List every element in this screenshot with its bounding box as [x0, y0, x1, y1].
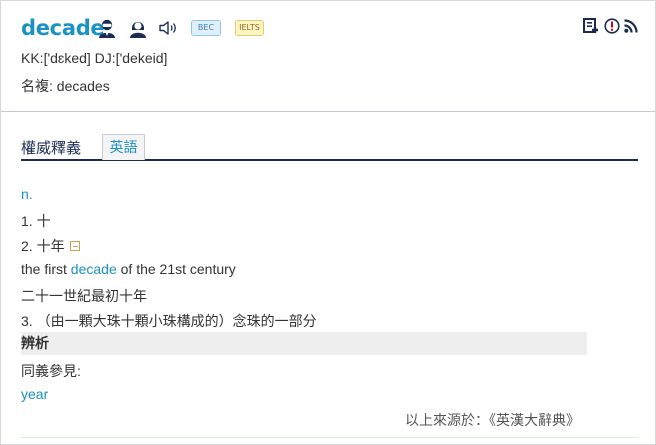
- synonym-link[interactable]: year: [21, 386, 48, 402]
- sense-2: 2. 十年: [21, 238, 65, 254]
- synonym-label: 同義參見:: [21, 363, 81, 379]
- dictionary-panel: decade BEC IELTS KK:['dɛked] DJ:['dekeid…: [0, 0, 656, 445]
- report-error-icon[interactable]: [604, 18, 620, 34]
- example-sentence: the first decade of the 21st century: [21, 261, 236, 277]
- entry-header: decade BEC IELTS KK:['dɛked] DJ:['dekeid…: [1, 1, 655, 112]
- divider: [21, 437, 638, 438]
- tab-english[interactable]: 英語: [102, 134, 145, 160]
- pronunciation: KK:['dɛked] DJ:['dekeid]: [21, 50, 168, 66]
- sense-1: 1. 十: [21, 213, 51, 229]
- example-keyword: decade: [70, 261, 117, 277]
- wordbook-icon[interactable]: [583, 18, 599, 35]
- collapse-icon[interactable]: [69, 241, 80, 251]
- sense-3: 3. （由一顆大珠十顆小珠構成的）念珠的一部分: [21, 313, 317, 329]
- example-translation: 二十一世紀最初十年: [21, 288, 147, 304]
- female-voice-icon[interactable]: [128, 18, 148, 38]
- speaker-icon[interactable]: [158, 20, 180, 36]
- headword: decade: [21, 16, 105, 40]
- example-after: of the 21st century: [116, 261, 236, 277]
- ielts-badge: IELTS: [235, 20, 264, 36]
- sense-2-row: 2. 十年: [21, 236, 80, 256]
- male-voice-icon[interactable]: [97, 18, 117, 38]
- plural-form: 名複: decades: [21, 78, 110, 94]
- source-note: 以上來源於：《英漢大辭典》: [405, 412, 580, 428]
- rss-icon[interactable]: [624, 19, 638, 33]
- definition-tabs: 權威釋義 英語: [21, 134, 638, 161]
- tab-authoritative[interactable]: 權威釋義: [21, 137, 81, 158]
- analysis-heading: 辨析: [21, 332, 587, 355]
- part-of-speech: n.: [21, 186, 33, 202]
- bec-badge: BEC: [191, 20, 221, 36]
- example-before: the first: [21, 261, 71, 277]
